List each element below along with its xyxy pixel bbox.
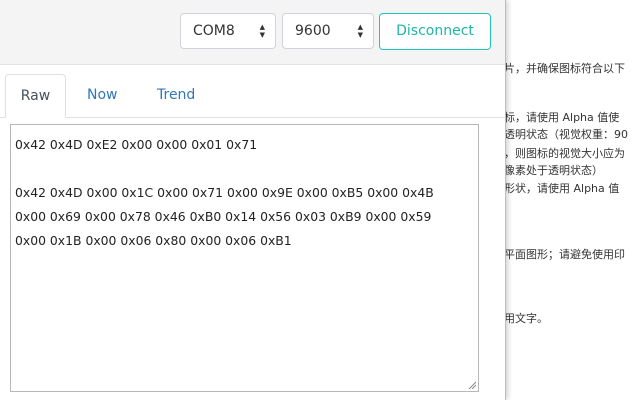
raw-output-textarea[interactable]: 0x42 0x4D 0xE2 0x00 0x00 0x01 0x71 0x42 … bbox=[10, 124, 479, 392]
raw-output-line bbox=[15, 157, 474, 181]
raw-output-line: 0x42 0x4D 0xE2 0x00 0x00 0x01 0x71 bbox=[15, 137, 258, 152]
background-text-line: 形状，请使用 Alpha 值 bbox=[504, 182, 620, 195]
disconnect-button[interactable]: Disconnect bbox=[379, 13, 491, 50]
tab-trend[interactable]: Trend bbox=[145, 74, 207, 116]
serial-monitor-panel: COM8 ▲ ▼ 9600 ▲ ▼ Disconnect Raw Now Trend… bbox=[0, 0, 506, 400]
background-text-line: 像素处于透明状态） bbox=[504, 164, 603, 177]
background-text-line: 标，请使用 Alpha 值使 bbox=[504, 111, 620, 124]
baud-select-value: 9600 bbox=[295, 23, 331, 39]
raw-output-line: 0x00 0x69 0x00 0x78 0x46 0xB0 0x14 0x56 … bbox=[15, 209, 432, 224]
background-text-line: 透明状态（视觉权重：90 bbox=[504, 128, 628, 141]
raw-output-line: 0x42 0x4D 0x00 0x1C 0x00 0x71 0x00 0x9E … bbox=[15, 185, 434, 200]
baud-rate-select[interactable]: 9600 ▲ ▼ bbox=[282, 13, 374, 49]
tab-raw[interactable]: Raw bbox=[5, 74, 66, 118]
tab-bar: Raw Now Trend bbox=[0, 64, 505, 118]
raw-output-line: 0x00 0x1B 0x00 0x06 0x80 0x00 0x06 0xB1 bbox=[15, 233, 292, 248]
toolbar: COM8 ▲ ▼ 9600 ▲ ▼ Disconnect bbox=[0, 0, 505, 65]
background-text-line: 用文字。 bbox=[504, 312, 548, 325]
background-text-line: 片，并确保图标符合以下 bbox=[504, 62, 625, 75]
port-select[interactable]: COM8 ▲ ▼ bbox=[180, 13, 276, 49]
background-text-line: 平面图形；请避免使用印 bbox=[504, 248, 625, 261]
background-text-line: ，则图标的视觉大小应为 bbox=[504, 147, 625, 160]
resize-grip-icon[interactable] bbox=[468, 381, 476, 389]
port-select-value: COM8 bbox=[193, 23, 235, 39]
tab-now[interactable]: Now bbox=[75, 74, 130, 116]
